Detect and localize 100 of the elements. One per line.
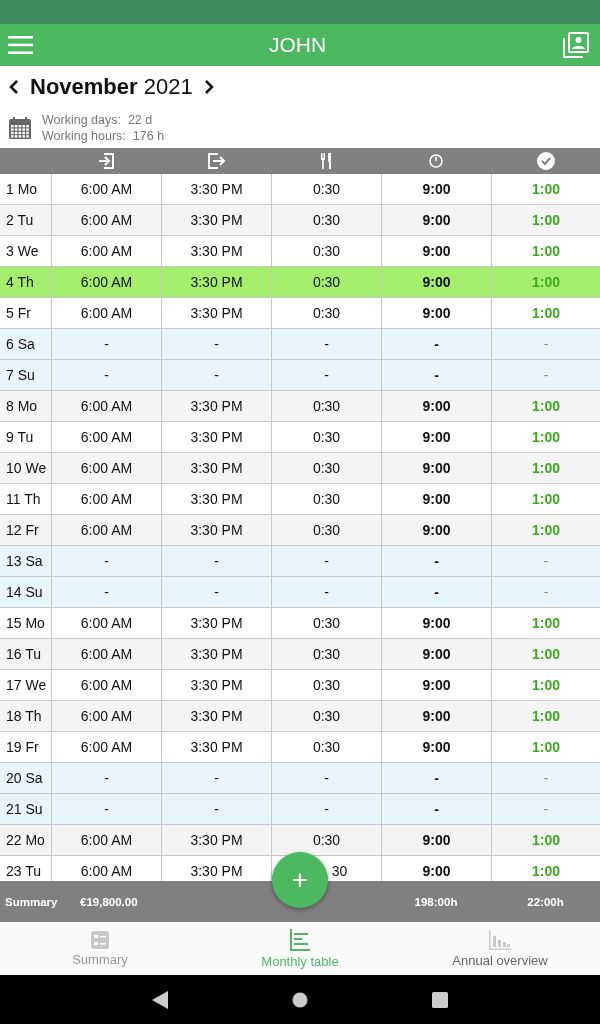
end-time-cell: - [161, 360, 271, 390]
nav-tab[interactable]: Annual overview [400, 922, 600, 975]
break-cell: 0:30 [271, 608, 381, 638]
month-title: November 2021 [30, 74, 193, 100]
end-time-cell: 3:30 PM [161, 701, 271, 731]
table-row[interactable]: 13 Sa - - - - - [0, 546, 600, 577]
day-cell-text: 3 We [5, 242, 40, 261]
table-row[interactable]: 4 Th 6:00 AM 3:30 PM 0:30 9:00 1:00 [0, 267, 600, 298]
list-icon [91, 930, 109, 949]
next-month-icon[interactable] [202, 79, 215, 95]
day-cell-text: 19 Fr [5, 738, 40, 757]
table-row[interactable]: 16 Tu 6:00 AM 3:30 PM 0:30 9:00 1:00 [0, 639, 600, 670]
end-time-cell: - [161, 546, 271, 576]
working-hours-text: Working hours: 176 h [42, 129, 165, 143]
total-cell: 9:00 [381, 639, 491, 669]
end-time-cell: 3:30 PM [161, 422, 271, 452]
overtime-cell: - [491, 360, 600, 390]
start-time-cell: 6:00 AM [51, 701, 161, 731]
day-cell-text: 13 Sa [5, 552, 44, 571]
break-cell: 0:30 [271, 174, 381, 204]
overtime-cell: 1:00 [491, 267, 600, 297]
day-cell-text: 18 Th [5, 707, 43, 726]
overtime-cell: 1:00 [491, 205, 600, 235]
start-time-cell: 6:00 AM [51, 484, 161, 514]
calendar-icon [8, 116, 32, 140]
table-rows-icon [290, 928, 310, 951]
table-row[interactable]: 6 Sa - - - - - [0, 329, 600, 360]
day-cell-text: 16 Tu [5, 645, 43, 664]
table-row[interactable]: 21 Su - - - - - [0, 794, 600, 825]
start-time-cell: 6:00 AM [51, 174, 161, 204]
overtime-cell: 1:00 [491, 670, 600, 700]
table-row[interactable]: 14 Su - - - - - [0, 577, 600, 608]
day-cell-text: 8 Mo [5, 397, 39, 416]
total-cell: 9:00 [381, 732, 491, 762]
overtime-cell: 1:00 [491, 453, 600, 483]
start-time-cell: - [51, 546, 161, 576]
break-cell: - [271, 546, 381, 576]
day-cell-text: 1 Mo [5, 180, 39, 199]
check-circle-icon [536, 152, 555, 170]
day-cell-text: 22 Mo [5, 831, 46, 850]
recents-icon[interactable] [432, 991, 448, 1008]
break-cell: - [271, 360, 381, 390]
table-row[interactable]: 5 Fr 6:00 AM 3:30 PM 0:30 9:00 1:00 [0, 298, 600, 329]
break-cell: 0:30 [271, 422, 381, 452]
total-cell: 9:00 [381, 391, 491, 421]
total-cell: - [381, 763, 491, 793]
working-days-text: Working days: 22 d [42, 113, 154, 127]
table-row[interactable]: 18 Th 6:00 AM 3:30 PM 0:30 9:00 1:00 [0, 701, 600, 732]
total-cell: - [381, 546, 491, 576]
start-time-cell: 6:00 AM [51, 391, 161, 421]
start-time-cell: - [51, 577, 161, 607]
table-row[interactable]: 15 Mo 6:00 AM 3:30 PM 0:30 9:00 1:00 [0, 608, 600, 639]
overtime-cell: 1:00 [491, 515, 600, 545]
overtime-cell: - [491, 763, 600, 793]
end-time-cell: - [161, 763, 271, 793]
start-time-cell: - [51, 329, 161, 359]
table-row[interactable]: 3 We 6:00 AM 3:30 PM 0:30 9:00 1:00 [0, 236, 600, 267]
start-time-cell: - [51, 794, 161, 824]
overtime-cell: 1:00 [491, 391, 600, 421]
break-cell: - [271, 577, 381, 607]
break-cell: - [271, 794, 381, 824]
table-row[interactable]: 7 Su - - - - - [0, 360, 600, 391]
table-row[interactable]: 12 Fr 6:00 AM 3:30 PM 0:30 9:00 1:00 [0, 515, 600, 546]
end-time-cell: 3:30 PM [161, 298, 271, 328]
overtime-cell: - [491, 546, 600, 576]
start-time-cell: - [51, 763, 161, 793]
day-cell-text: 11 Th [5, 490, 42, 509]
overtime-cell: 1:00 [491, 732, 600, 762]
start-time-cell: 6:00 AM [51, 205, 161, 235]
summary-overtime: 22:00h [527, 895, 564, 908]
day-cell-text: 21 Su [5, 800, 44, 819]
break-cell: 0:30 [271, 236, 381, 266]
table-row[interactable]: 20 Sa - - - - - [0, 763, 600, 794]
table-row[interactable]: 8 Mo 6:00 AM 3:30 PM 0:30 9:00 1:00 [0, 391, 600, 422]
start-time-cell: 6:00 AM [51, 267, 161, 297]
overtime-cell: 1:00 [491, 298, 600, 328]
table-row[interactable]: 11 Th 6:00 AM 3:30 PM 0:30 9:00 1:00 [0, 484, 600, 515]
overtime-cell: 1:00 [491, 608, 600, 638]
end-time-cell: 3:30 PM [161, 825, 271, 855]
total-cell: 9:00 [381, 608, 491, 638]
home-icon[interactable] [292, 991, 308, 1008]
break-cell: 0:30 [271, 267, 381, 297]
total-cell: 9:00 [381, 236, 491, 266]
break-cell: 0:30 [271, 701, 381, 731]
table-row[interactable]: 19 Fr 6:00 AM 3:30 PM 0:30 9:00 1:00 [0, 732, 600, 763]
start-time-cell: 6:00 AM [51, 453, 161, 483]
table-row[interactable]: 9 Tu 6:00 AM 3:30 PM 0:30 9:00 1:00 [0, 422, 600, 453]
table-row[interactable]: 22 Mo 6:00 AM 3:30 PM 0:30 9:00 1:00 [0, 825, 600, 856]
end-time-cell: 3:30 PM [161, 174, 271, 204]
table-row[interactable]: 1 Mo 6:00 AM 3:30 PM 0:30 9:00 1:00 [0, 174, 600, 205]
break-cell: 0:30 [271, 484, 381, 514]
previous-month-icon[interactable] [8, 79, 20, 95]
table-row[interactable]: 10 We 6:00 AM 3:30 PM 0:30 9:00 1:00 [0, 453, 600, 484]
break-cell: 0:30 [271, 205, 381, 235]
table-row[interactable]: 2 Tu 6:00 AM 3:30 PM 0:30 9:00 1:00 [0, 205, 600, 236]
end-time-cell: 3:30 PM [161, 453, 271, 483]
back-icon[interactable] [152, 990, 168, 1009]
end-time-cell: 3:30 PM [161, 267, 271, 297]
table-row[interactable]: 17 We 6:00 AM 3:30 PM 0:30 9:00 1:00 [0, 670, 600, 701]
total-cell: 9:00 [381, 825, 491, 855]
